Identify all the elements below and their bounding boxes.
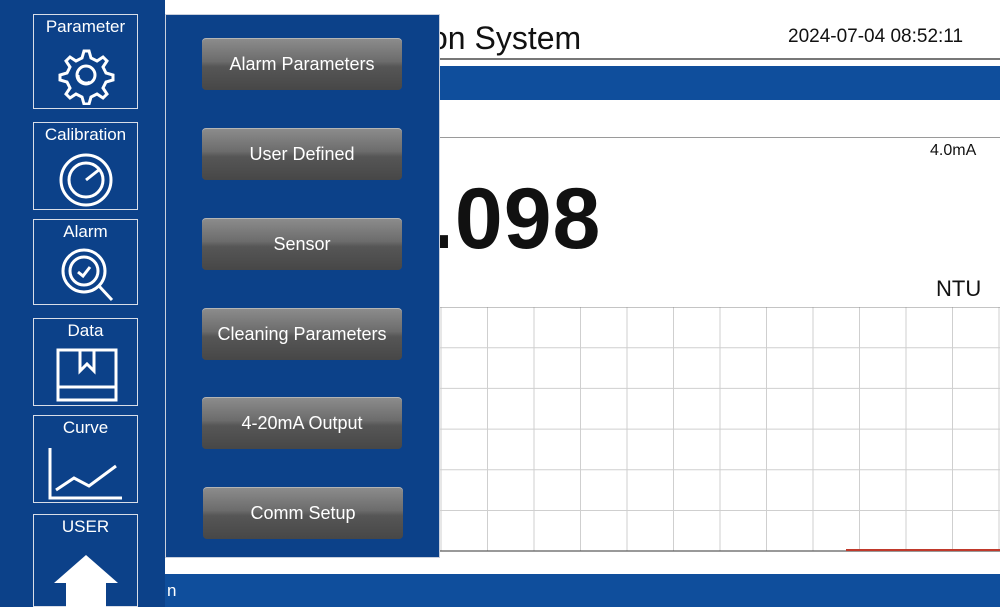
sidebar-item-label: Parameter: [45, 17, 126, 36]
calibration-dial-icon: [59, 153, 113, 207]
sidebar: Parameter Calibration Alarm Data Curve U…: [0, 0, 165, 609]
sidebar-item-label: Curve: [62, 418, 109, 437]
sidebar-item-label: Calibration: [44, 125, 127, 144]
status-text: n: [167, 581, 177, 600]
user-defined-button[interactable]: User Defined: [202, 128, 402, 180]
sidebar-item-label: USER: [61, 517, 110, 536]
parameter-menu: Alarm Parameters User Defined Sensor Cle…: [165, 14, 440, 558]
curve-chart-icon: [48, 448, 122, 500]
alarm-magnifier-icon: [61, 248, 114, 302]
measurement-unit: NTU: [936, 276, 982, 301]
sidebar-item-label: Alarm: [63, 222, 108, 241]
status-bar: n: [165, 574, 1000, 607]
home-icon: [54, 555, 118, 609]
comm-setup-button[interactable]: Comm Setup: [203, 487, 403, 539]
alarm-parameters-button[interactable]: Alarm Parameters: [202, 38, 402, 90]
sidebar-item-label: Data: [67, 321, 104, 340]
data-folder-icon: [56, 348, 118, 402]
cleaning-parameters-button[interactable]: Cleaning Parameters: [202, 308, 402, 360]
sidebar-item-alarm[interactable]: Alarm: [33, 219, 138, 305]
current-output-label: 4.0mA: [930, 142, 977, 159]
sidebar-item-calibration[interactable]: Calibration: [33, 122, 138, 210]
gear-icon: [58, 49, 115, 105]
sensor-button[interactable]: Sensor: [202, 218, 402, 270]
window-title: on System: [430, 20, 582, 56]
sidebar-item-user[interactable]: USER: [33, 514, 138, 609]
measurement-value: .098: [430, 171, 602, 267]
sidebar-item-data[interactable]: Data: [33, 318, 138, 406]
sidebar-item-curve[interactable]: Curve: [33, 415, 138, 503]
output-4-20ma-button[interactable]: 4-20mA Output: [202, 397, 402, 449]
sidebar-item-parameter[interactable]: Parameter: [33, 14, 138, 109]
datetime-display: 2024-07-04 08:52:11: [788, 26, 964, 47]
